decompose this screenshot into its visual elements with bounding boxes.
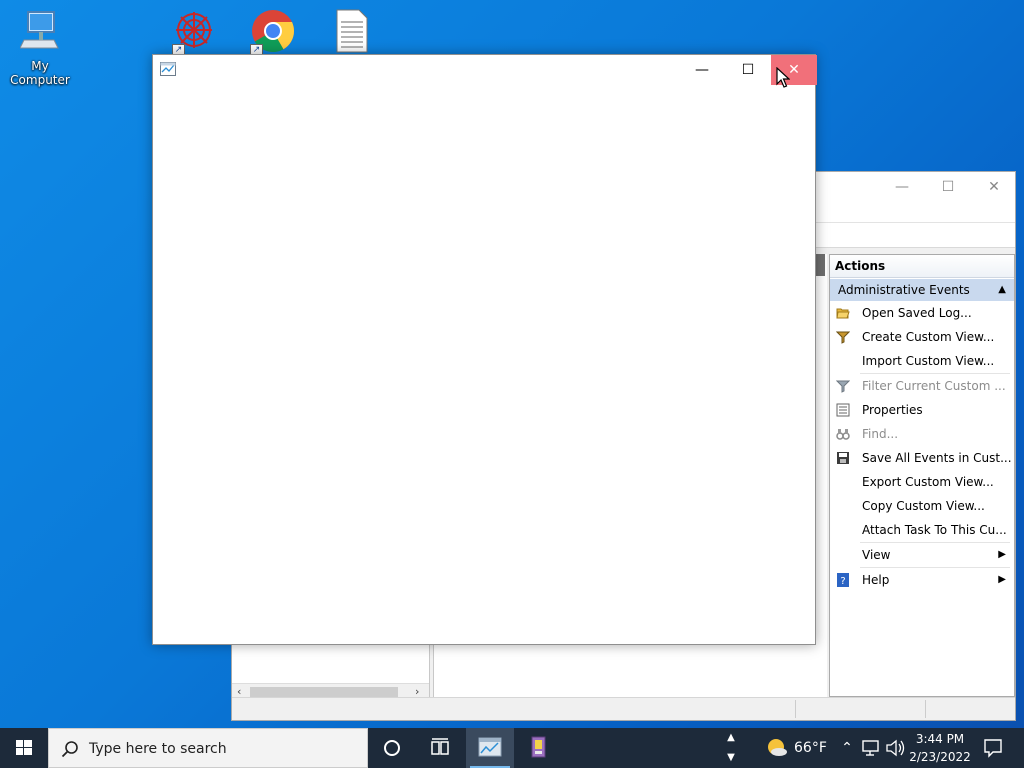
desktop-icon-chrome[interactable]: ↗ bbox=[233, 8, 313, 57]
action-open-saved-log[interactable]: Open Saved Log... bbox=[830, 301, 1014, 325]
submenu-arrow-icon: ▶ bbox=[998, 549, 1006, 560]
weather-widget[interactable]: 66°F bbox=[764, 728, 834, 768]
tray-overflow-button[interactable]: ▲ ▼ bbox=[722, 728, 740, 768]
help-icon: ? bbox=[836, 573, 850, 587]
actions-section-header[interactable]: Administrative Events ▲ bbox=[830, 279, 1014, 301]
save-icon bbox=[836, 451, 850, 465]
show-hidden-icons-button[interactable]: ⌃ bbox=[838, 728, 856, 768]
maximize-button[interactable]: ☐ bbox=[925, 172, 971, 202]
actions-header: Actions bbox=[830, 255, 1014, 278]
action-label: Import Custom View... bbox=[862, 354, 995, 368]
app-window-icon bbox=[160, 62, 176, 76]
computer-icon bbox=[19, 11, 59, 49]
start-button[interactable] bbox=[0, 728, 48, 768]
binoculars-icon bbox=[836, 427, 850, 441]
action-label: Filter Current Custom ... bbox=[862, 379, 1006, 393]
action-view[interactable]: View ▶ bbox=[830, 543, 1014, 567]
cortana-button[interactable] bbox=[368, 728, 416, 768]
close-button[interactable]: ✕ bbox=[971, 172, 1017, 202]
maximize-button[interactable]: ☐ bbox=[725, 55, 771, 85]
section-label: Administrative Events bbox=[838, 283, 970, 297]
search-icon bbox=[61, 741, 78, 758]
clock-date: 2/23/2022 bbox=[909, 750, 971, 764]
search-placeholder: Type here to search bbox=[89, 741, 227, 757]
action-center-button[interactable] bbox=[978, 728, 1008, 768]
weather-sun-cloud-icon bbox=[768, 739, 787, 756]
action-import-custom-view[interactable]: Import Custom View... bbox=[830, 349, 1014, 373]
actions-pane: Actions Administrative Events ▲ Open Sav… bbox=[829, 254, 1015, 697]
network-icon[interactable] bbox=[860, 728, 882, 768]
collapse-icon[interactable]: ▲ bbox=[998, 279, 1006, 301]
minimize-button[interactable]: — bbox=[879, 172, 925, 202]
taskbar-app-event-viewer[interactable] bbox=[466, 728, 514, 768]
status-bar bbox=[232, 697, 1015, 720]
action-label: Open Saved Log... bbox=[862, 306, 972, 320]
search-box[interactable]: Type here to search bbox=[48, 728, 368, 768]
folder-open-icon bbox=[836, 306, 850, 320]
action-label: Help bbox=[862, 573, 890, 587]
system-clock[interactable]: 3:44 PM 2/23/2022 bbox=[906, 730, 974, 766]
volume-icon[interactable] bbox=[884, 728, 906, 768]
action-attach-task[interactable]: Attach Task To This Cu... bbox=[830, 518, 1014, 542]
action-label: Attach Task To This Cu... bbox=[862, 523, 1007, 537]
minimize-button[interactable]: — bbox=[679, 55, 725, 85]
desktop-icon-text-document[interactable] bbox=[311, 8, 391, 57]
app-book-icon bbox=[531, 736, 546, 758]
action-label: Properties bbox=[862, 403, 923, 417]
action-export-custom-view[interactable]: Export Custom View... bbox=[830, 470, 1014, 494]
task-view-button[interactable] bbox=[416, 728, 464, 768]
action-label: Copy Custom View... bbox=[862, 499, 985, 513]
action-label: Create Custom View... bbox=[862, 330, 995, 344]
action-label: Export Custom View... bbox=[862, 475, 994, 489]
filter-icon bbox=[835, 330, 851, 344]
action-filter-current-custom-view[interactable]: Filter Current Custom ... bbox=[830, 374, 1014, 398]
windows-logo-icon bbox=[16, 740, 32, 755]
submenu-arrow-icon: ▶ bbox=[998, 574, 1006, 585]
action-label: Find... bbox=[862, 427, 899, 441]
filter-icon bbox=[835, 379, 851, 393]
action-label: View bbox=[862, 548, 891, 562]
scrollbar-thumb[interactable] bbox=[250, 687, 398, 697]
desktop-icon-label: My Computer bbox=[10, 59, 70, 87]
taskbar: Type here to search ▲ ▼ 66°F ⌃ 3:44 PM 2… bbox=[0, 728, 1024, 768]
desktop-icon-red-app[interactable]: ↗ bbox=[154, 8, 234, 57]
event-viewer-app-icon bbox=[478, 737, 502, 757]
blank-app-window[interactable]: — ☐ ✕ bbox=[152, 54, 817, 645]
pane-splitter[interactable] bbox=[815, 254, 825, 276]
notification-icon bbox=[984, 739, 1002, 758]
desktop-icon-my-computer[interactable]: My Computer bbox=[0, 8, 80, 87]
taskbar-app-2[interactable] bbox=[514, 728, 562, 768]
cortana-icon bbox=[384, 740, 400, 756]
weather-temperature: 66°F bbox=[794, 740, 827, 756]
action-properties[interactable]: Properties bbox=[830, 398, 1014, 422]
action-save-all-events[interactable]: Save All Events in Cust... bbox=[830, 446, 1014, 470]
action-create-custom-view[interactable]: Create Custom View... bbox=[830, 325, 1014, 349]
action-copy-custom-view[interactable]: Copy Custom View... bbox=[830, 494, 1014, 518]
svg-text:?: ? bbox=[840, 576, 845, 587]
clock-time: 3:44 PM bbox=[915, 732, 965, 746]
task-view-icon bbox=[431, 738, 449, 755]
mouse-cursor-icon bbox=[776, 67, 790, 88]
action-help[interactable]: ? Help ▶ bbox=[830, 568, 1014, 592]
properties-icon bbox=[836, 403, 850, 417]
text-document-icon bbox=[336, 9, 368, 53]
action-find[interactable]: Find... bbox=[830, 422, 1014, 446]
window-titlebar[interactable]: — ☐ ✕ bbox=[153, 55, 817, 85]
action-label: Save All Events in Cust... bbox=[862, 451, 1012, 465]
